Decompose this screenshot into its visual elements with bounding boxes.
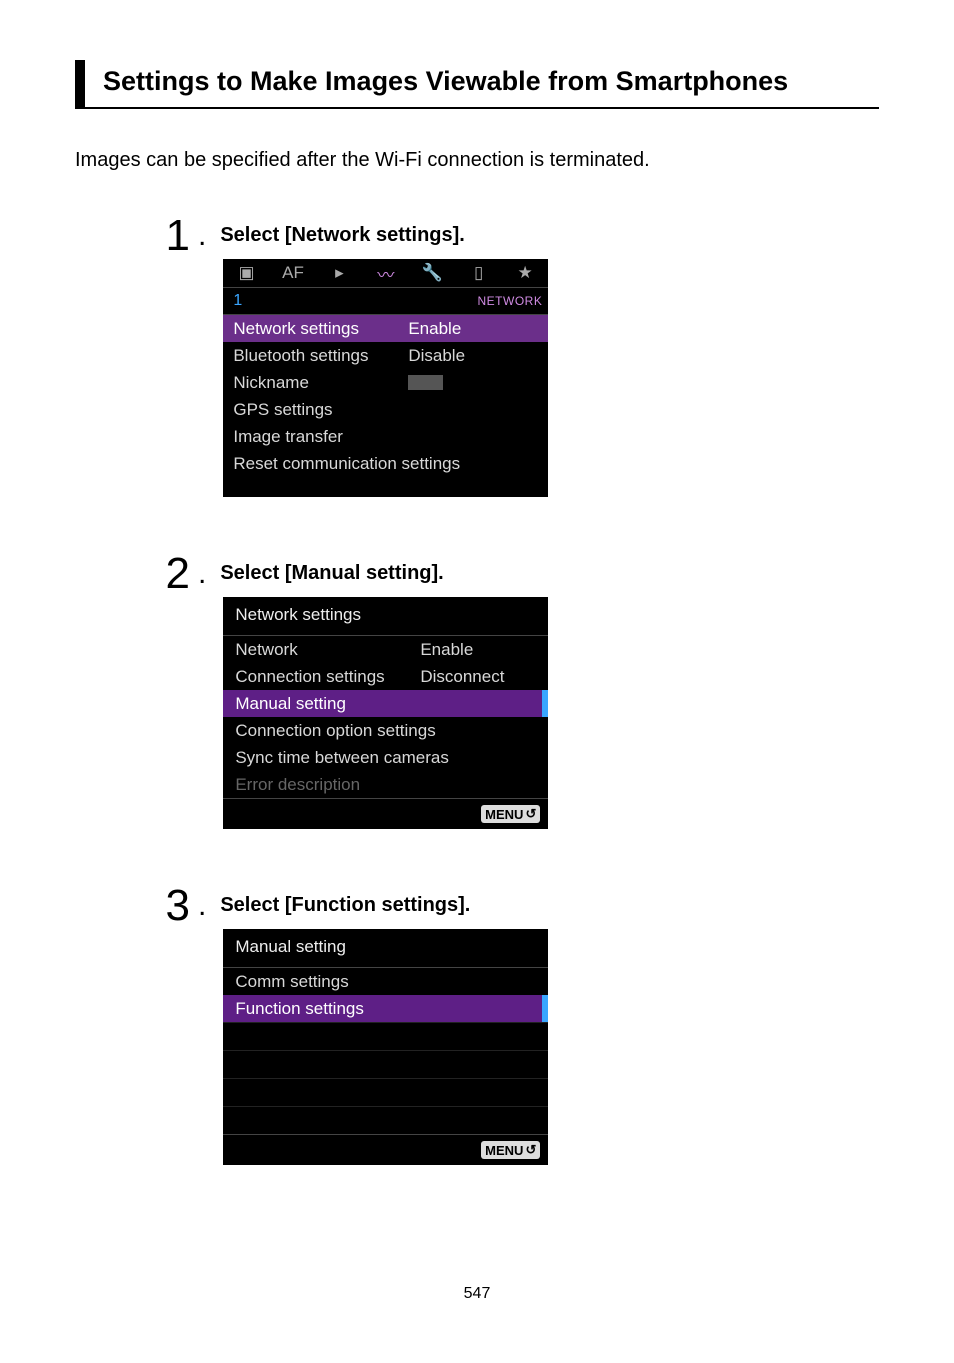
tab-custom[interactable]: ▯ — [455, 259, 501, 287]
menu-label: Network — [235, 640, 420, 660]
step-number: 3 — [160, 884, 190, 928]
menu-row-gps-settings[interactable]: GPS settings — [223, 396, 548, 423]
menu-label: Bluetooth settings — [233, 346, 408, 366]
menu-row-comm-settings[interactable]: Comm settings — [223, 968, 548, 995]
menu-value: Disconnect — [420, 667, 504, 687]
menu-back-button[interactable]: MENU ↺ — [481, 1141, 540, 1159]
sub-tab-bar: 1 NETWORK — [223, 287, 548, 315]
menu-back-button[interactable]: MENU ↺ — [481, 805, 540, 823]
menu-row-image-transfer[interactable]: Image transfer — [223, 423, 548, 450]
menu-row-sync-time[interactable]: Sync time between cameras — [223, 744, 548, 771]
menu-row-network-settings[interactable]: Network settings Enable — [223, 315, 548, 342]
camera-screen-manual-setting: Manual setting Comm settings Function se… — [223, 929, 548, 1165]
star-icon: ★ — [517, 263, 532, 283]
tab-wrench[interactable]: 🔧 — [409, 259, 455, 287]
nickname-value-box — [408, 375, 443, 390]
menu-row-connection-settings[interactable]: Connection settings Disconnect — [223, 663, 548, 690]
menu-button-label: MENU — [485, 1143, 523, 1158]
menu-label: Image transfer — [233, 427, 408, 447]
network-icon: 〰 — [377, 261, 394, 286]
step-dot: . — [198, 214, 206, 258]
menu-row-bluetooth-settings[interactable]: Bluetooth settings Disable — [223, 342, 548, 369]
step-number: 1 — [160, 214, 190, 258]
camera-screen-network-settings: Network settings Network Enable Connecti… — [223, 597, 548, 829]
tab-bar: ▣ AF ▸ 〰 🔧 ▯ ★ — [223, 259, 548, 287]
sub-page-indicator: 1 — [223, 292, 242, 310]
step-3: 3 . Select [Function settings]. Manual s… — [160, 884, 879, 1165]
footer-bar: MENU ↺ — [223, 798, 548, 829]
menu-row-manual-setting[interactable]: Manual setting — [223, 690, 548, 717]
step-number: 2 — [160, 552, 190, 596]
menu-row-network[interactable]: Network Enable — [223, 636, 548, 663]
empty-row — [223, 1078, 548, 1106]
play-icon: ▸ — [335, 263, 344, 283]
step-1: 1 . Select [Network settings]. ▣ AF ▸ 〰 … — [160, 214, 879, 497]
step-title: Select [Network settings]. — [220, 224, 548, 247]
tab-camera[interactable]: ▣ — [223, 259, 269, 287]
tab-group-label: NETWORK — [478, 294, 543, 308]
menu-row-connection-option[interactable]: Connection option settings — [223, 717, 548, 744]
menu-row-nickname[interactable]: Nickname — [223, 369, 548, 396]
step-title: Select [Function settings]. — [220, 894, 548, 917]
menu-label: Connection option settings — [235, 721, 435, 741]
tab-star[interactable]: ★ — [502, 259, 548, 287]
menu-row-function-settings[interactable]: Function settings — [223, 995, 548, 1022]
tab-af[interactable]: AF — [270, 259, 316, 287]
custom-icon: ▯ — [474, 263, 483, 283]
menu-row-error-description: Error description — [223, 771, 548, 798]
empty-row — [223, 1050, 548, 1078]
footer-bar: MENU ↺ — [223, 1134, 548, 1165]
menu-label: Comm settings — [235, 972, 420, 992]
menu-label: Reset communication settings — [233, 454, 460, 474]
tab-play[interactable]: ▸ — [316, 259, 362, 287]
menu-button-label: MENU — [485, 807, 523, 822]
page-number: 547 — [75, 1285, 879, 1303]
wrench-icon: 🔧 — [422, 263, 443, 283]
section-heading: Settings to Make Images Viewable from Sm… — [75, 60, 879, 109]
camera-icon: ▣ — [239, 263, 255, 283]
empty-row — [223, 1106, 548, 1134]
menu-label: Network settings — [233, 319, 408, 339]
menu-label: GPS settings — [233, 400, 408, 420]
return-icon: ↺ — [525, 1142, 536, 1158]
menu-label: Connection settings — [235, 667, 420, 687]
screen-title: Manual setting — [223, 929, 548, 968]
menu-value: Enable — [420, 640, 473, 660]
menu-label: Function settings — [235, 999, 420, 1019]
step-dot: . — [198, 552, 206, 596]
menu-label: Manual setting — [235, 694, 420, 714]
menu-label: Error description — [235, 775, 360, 795]
menu-value: Disable — [408, 346, 465, 366]
screen-title: Network settings — [223, 597, 548, 636]
intro-text: Images can be specified after the Wi-Fi … — [75, 149, 879, 172]
step-dot: . — [198, 884, 206, 928]
empty-row — [223, 1022, 548, 1050]
tab-network[interactable]: 〰 — [363, 259, 409, 287]
return-icon: ↺ — [525, 806, 536, 822]
menu-label: Sync time between cameras — [235, 748, 449, 768]
menu-row-reset-communication[interactable]: Reset communication settings — [223, 450, 548, 477]
step-title: Select [Manual setting]. — [220, 562, 548, 585]
menu-label: Nickname — [233, 373, 408, 393]
step-2: 2 . Select [Manual setting]. Network set… — [160, 552, 879, 829]
camera-screen-network-menu: ▣ AF ▸ 〰 🔧 ▯ ★ 1 NETWORK Network setting… — [223, 259, 548, 497]
menu-value: Enable — [408, 319, 461, 339]
